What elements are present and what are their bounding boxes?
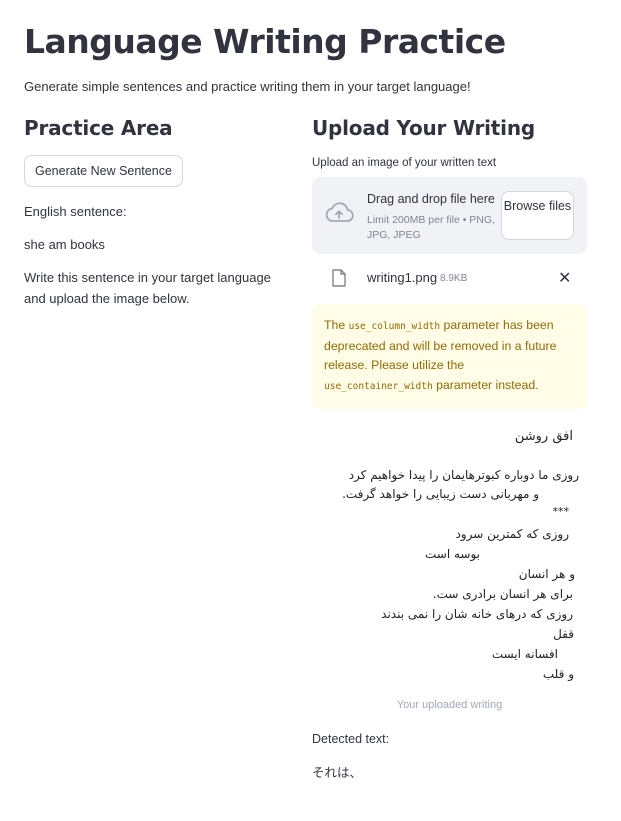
deprecation-warning: The use_column_width parameter has been … [312,304,587,409]
image-text-line: و هر انسان [518,567,575,581]
practice-column: Practice Area Generate New Sentence Engl… [24,116,294,309]
image-text-line: برای هر انسان برادری ست. [432,587,573,601]
file-size: 8.9KB [440,273,468,284]
image-text-line: افسانه ایست [491,647,558,661]
remove-file-icon[interactable]: ✕ [558,268,571,288]
cloud-upload-icon [325,202,354,222]
english-sentence: she am books [24,237,105,252]
dropzone-instruction: Drag and drop file here [367,192,495,206]
image-text-line: روزی ما دوباره کبوترهایمان را پیدا خواهی… [348,468,579,482]
file-name: writing1.png [367,270,438,285]
image-text-line: *** [552,505,570,518]
practice-heading: Practice Area [24,116,173,140]
image-text-line: بوسه است [424,547,480,561]
image-text-line: افق روشن [514,429,573,444]
upload-column: Upload Your Writing Upload an image of y… [312,116,587,781]
detected-text-label: Detected text: [312,732,390,746]
file-dropzone[interactable]: Drag and drop file here Limit 200MB per … [312,177,587,254]
dropzone-limit: Limit 200MB per file • PNG, JPG, JPEG [367,214,495,241]
file-icon [332,269,346,287]
image-text-line: روزی که درهای خانه شان را نمی بندند [381,607,573,621]
image-text-line: و قلب [542,667,574,681]
generate-sentence-button[interactable]: Generate New Sentence [24,155,183,187]
image-text-line: و مهربانی دست زیبایی را خواهد گرفت. [342,487,539,501]
browse-files-button[interactable]: Browse files [501,191,574,240]
uploaded-file-row: writing1.png 8.9KB ✕ [312,268,587,290]
page-title: Language Writing Practice [24,22,506,61]
image-text-line: روزی که کمترین سرود [455,527,569,541]
page-subtitle: Generate simple sentences and practice w… [24,79,471,94]
uploaded-writing-image: افق روشن روزی ما دوباره کبوترهایمان را پ… [312,429,587,695]
english-sentence-label: English sentence: [24,204,127,219]
detected-text: それは、 [312,765,363,780]
image-text-line: قفل [553,627,574,641]
upload-heading: Upload Your Writing [312,116,535,140]
instruction-text: Write this sentence in your target langu… [24,270,271,306]
image-caption: Your uploaded writing [396,699,503,711]
file-uploader-label: Upload an image of your written text [312,157,497,169]
